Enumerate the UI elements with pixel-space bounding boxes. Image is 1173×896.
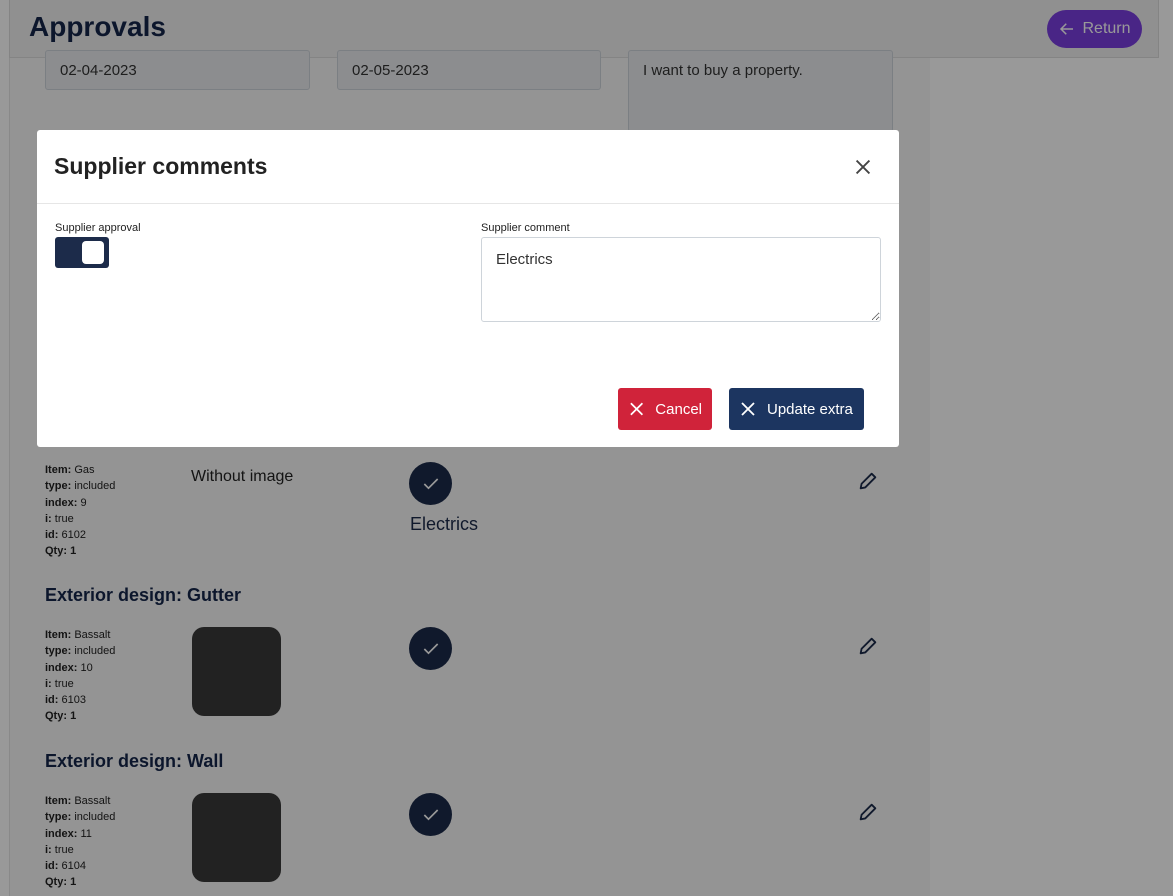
- close-icon: [741, 402, 755, 416]
- supplier-comment-input[interactable]: Electrics: [481, 237, 881, 322]
- close-button[interactable]: [852, 156, 874, 178]
- close-icon: [855, 159, 871, 175]
- update-label: Update extra: [767, 400, 853, 418]
- modal-title: Supplier comments: [54, 153, 268, 179]
- update-extra-button[interactable]: Update extra: [729, 388, 864, 430]
- approval-toggle[interactable]: [55, 237, 109, 268]
- modal-header: Supplier comments: [37, 130, 899, 204]
- approval-label: Supplier approval: [55, 222, 141, 234]
- comment-label: Supplier comment: [481, 222, 570, 234]
- toggle-knob: [82, 241, 104, 264]
- cancel-button[interactable]: Cancel: [618, 388, 712, 430]
- close-icon: [630, 402, 644, 416]
- cancel-label: Cancel: [655, 400, 702, 418]
- supplier-comments-modal: Supplier comments Supplier approval Supp…: [37, 130, 899, 447]
